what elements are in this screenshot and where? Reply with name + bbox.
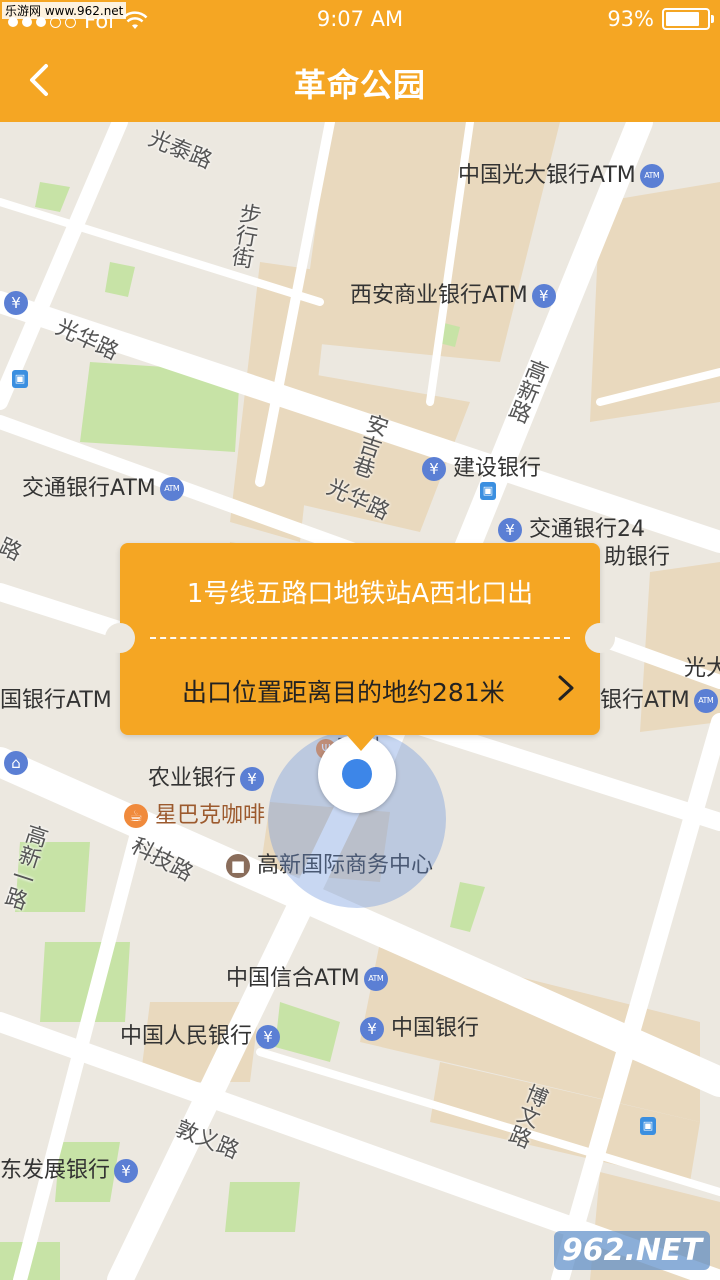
poi-atm-xian-commercial[interactable]: 西安商业银行ATM ¥: [350, 277, 556, 309]
poi-atm-left-partial[interactable]: 国银行ATM: [0, 682, 112, 714]
bank-icon: ¥: [240, 767, 265, 791]
bank-icon: ¥: [422, 457, 446, 481]
battery-fill: [666, 12, 700, 26]
poi-pboc[interactable]: 中国人民银行 ¥: [120, 1018, 281, 1050]
shopping-bag-icon: ⌂: [4, 751, 28, 775]
poi-agri-bank[interactable]: 农业银行 ¥: [148, 760, 265, 792]
bus-stop-icon[interactable]: ▣: [640, 1117, 656, 1135]
atm-icon: ATM: [159, 477, 184, 501]
poi-dongfa-bank[interactable]: 东发展银行 ¥: [0, 1152, 139, 1184]
exit-info-card[interactable]: 1号线五路口地铁站A西北口出 出口位置距离目的地约281米: [105, 543, 615, 751]
chevron-right-icon[interactable]: [554, 671, 578, 705]
exit-name: 1号线五路口地铁站A西北口出: [186, 579, 534, 609]
building-icon: ■: [226, 854, 250, 878]
poi-shop-edge[interactable]: ⌂: [0, 750, 28, 775]
poi-atm-citic[interactable]: 中国信合ATM ATM: [226, 960, 388, 992]
bus-stop-icon[interactable]: ▣: [12, 370, 28, 388]
poi-starbucks[interactable]: ☕ 星巴克咖啡: [120, 797, 265, 829]
nav-bar: 革命公园: [0, 40, 720, 122]
watermark-bottom: 962.NET: [553, 1231, 710, 1270]
coffee-cup-icon: ☕: [124, 804, 148, 828]
bank-icon: ¥: [256, 1025, 281, 1049]
status-bar: Fol 乐游网 www.962.net 9:07 AM 93%: [0, 0, 720, 40]
battery-icon: [662, 8, 714, 30]
top-bar: Fol 乐游网 www.962.net 9:07 AM 93% 革命公园: [0, 0, 720, 122]
bank-icon: ¥: [498, 518, 522, 542]
bank-icon: ¥: [114, 1159, 139, 1183]
bank-icon: ¥: [4, 291, 28, 315]
card-pointer: [345, 733, 377, 751]
card-divider: [150, 637, 570, 639]
page-title: 革命公园: [293, 66, 426, 104]
battery-area: 93%: [607, 7, 714, 31]
poi-right-edge-partial: 光大: [684, 656, 720, 681]
bank-icon: ¥: [360, 1017, 384, 1041]
battery-percent: 93%: [607, 7, 654, 31]
poi-atm-bocom-left[interactable]: 交通银行ATM ATM: [22, 470, 184, 502]
atm-icon: ATM: [639, 164, 664, 188]
atm-icon: ATM: [693, 689, 718, 713]
exit-distance: 出口位置距离目的地约281米: [182, 678, 505, 707]
bank-icon: ¥: [531, 284, 556, 308]
poi-atm-everbright[interactable]: 中国光大银行ATM ATM: [458, 157, 664, 189]
poi-construction-bank[interactable]: ¥ 建设银行: [418, 450, 541, 482]
bus-stop-icon[interactable]: ▣: [480, 482, 496, 500]
poi-bank-edge[interactable]: ¥: [0, 290, 28, 315]
atm-icon: ATM: [363, 967, 388, 991]
poi-atm-right-partial[interactable]: 银行ATM ATM: [600, 682, 718, 714]
poi-boc[interactable]: ¥ 中国银行: [356, 1010, 479, 1042]
